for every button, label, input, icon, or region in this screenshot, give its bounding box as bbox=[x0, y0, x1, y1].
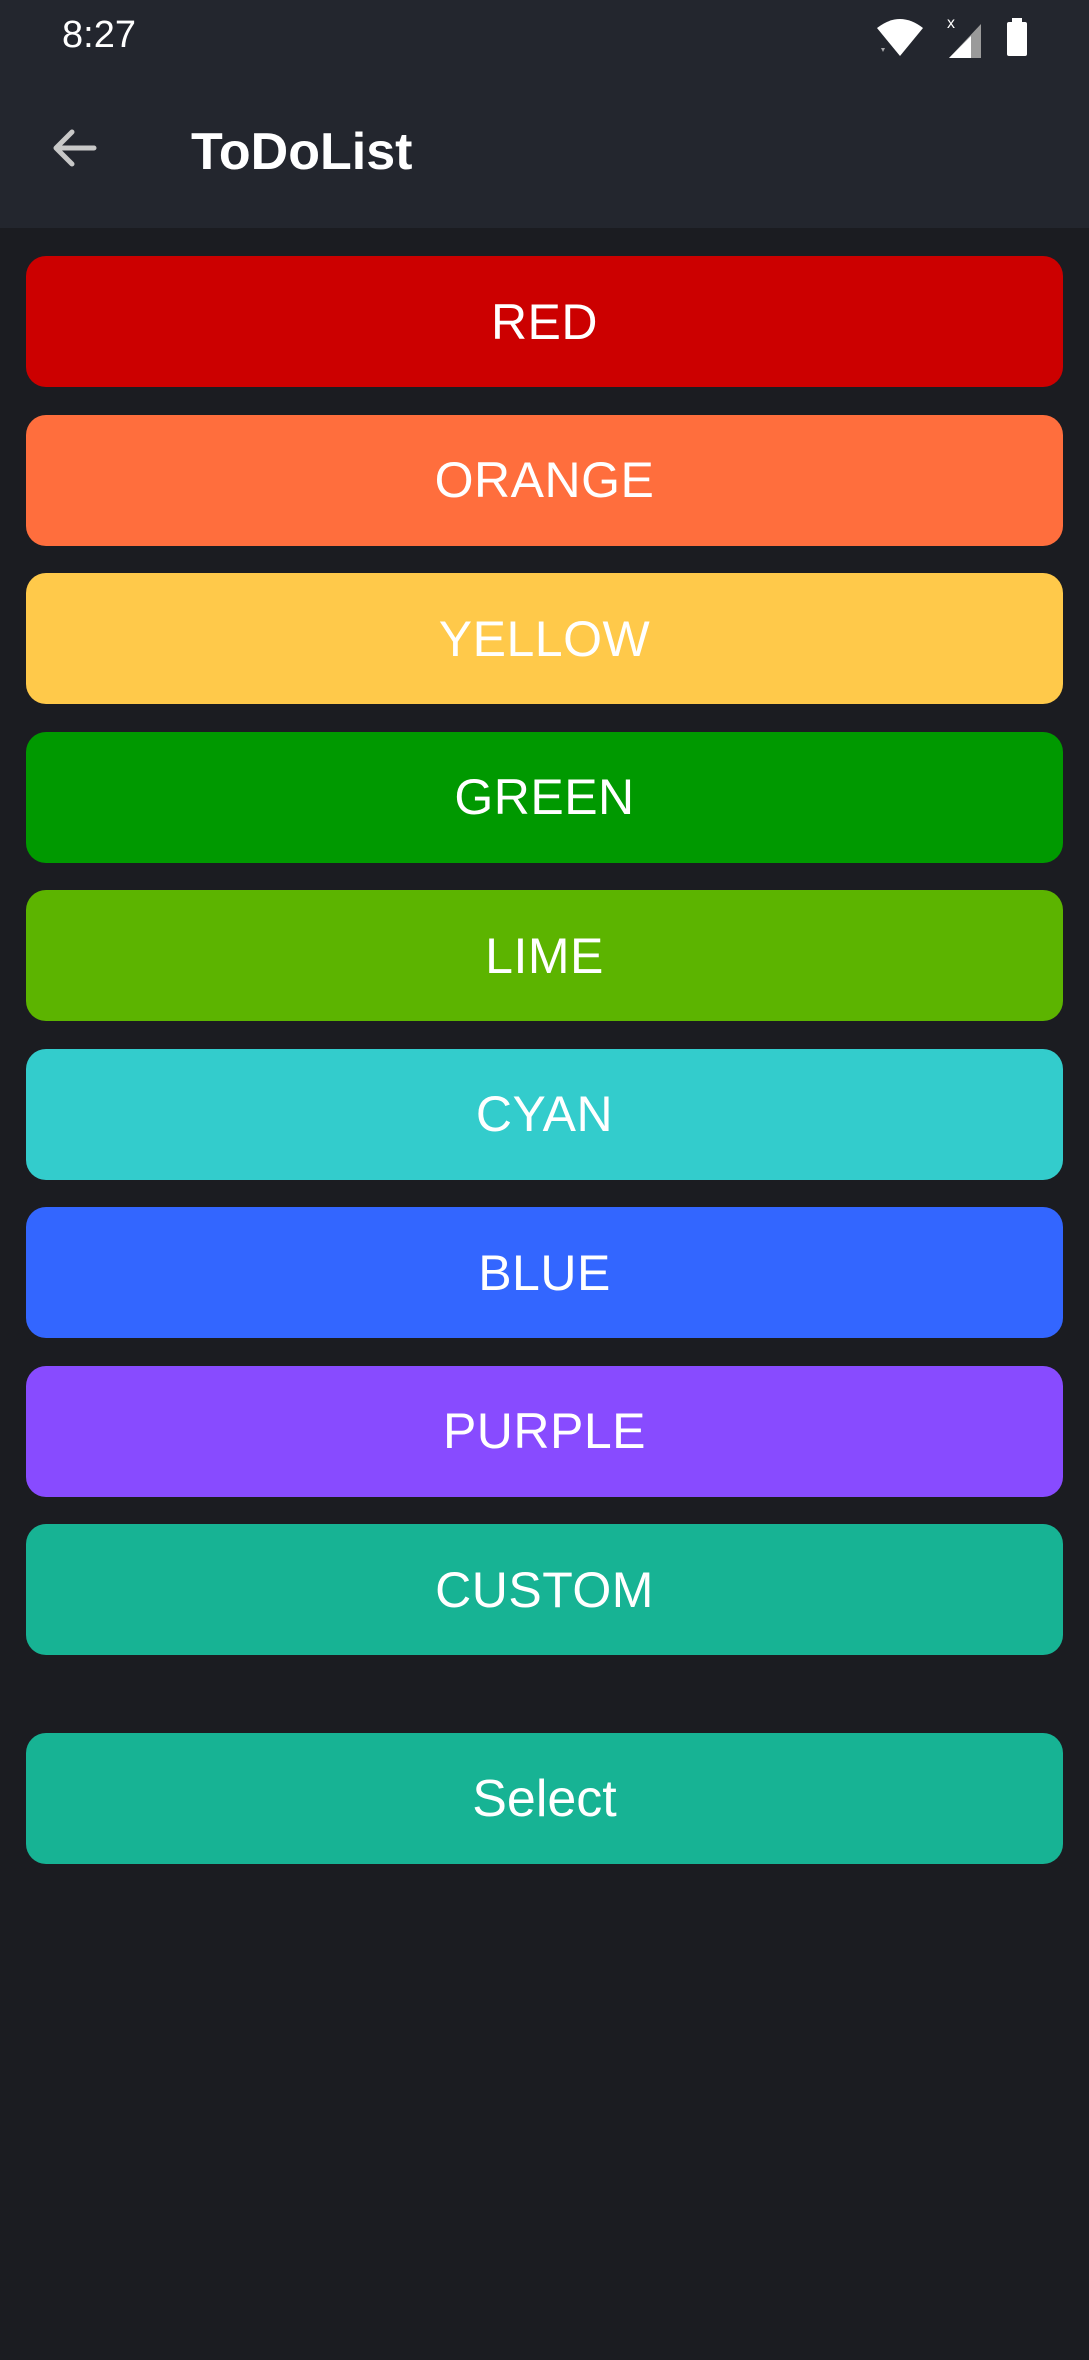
color-button-orange[interactable]: ORANGE bbox=[26, 414, 1063, 546]
color-button-green[interactable]: GREEN bbox=[26, 731, 1063, 863]
color-button-custom[interactable]: CUSTOM bbox=[26, 1524, 1063, 1655]
select-button[interactable]: Select bbox=[26, 1733, 1063, 1864]
svg-text:x: x bbox=[947, 16, 955, 32]
app-bar: ToDoList bbox=[0, 78, 1089, 228]
page-title: ToDoList bbox=[191, 123, 413, 181]
status-icons: x bbox=[875, 15, 1029, 65]
color-button-blue[interactable]: BLUE bbox=[26, 1207, 1063, 1338]
status-time: 8:27 bbox=[62, 14, 136, 56]
color-button-purple[interactable]: PURPLE bbox=[26, 1365, 1063, 1497]
battery-icon bbox=[1005, 17, 1029, 63]
color-button-cyan[interactable]: CYAN bbox=[26, 1048, 1063, 1180]
status-bar: 8:27 x bbox=[0, 0, 1089, 78]
wifi-icon bbox=[875, 18, 925, 63]
arrow-left-icon bbox=[50, 124, 98, 177]
back-button[interactable] bbox=[40, 116, 108, 184]
color-button-lime[interactable]: LIME bbox=[26, 890, 1063, 1021]
color-button-yellow[interactable]: YELLOW bbox=[26, 573, 1063, 704]
signal-icon: x bbox=[945, 15, 985, 65]
color-button-red[interactable]: RED bbox=[26, 256, 1063, 387]
color-list: RED ORANGE YELLOW GREEN LIME CYAN BLUE P… bbox=[26, 256, 1063, 1683]
